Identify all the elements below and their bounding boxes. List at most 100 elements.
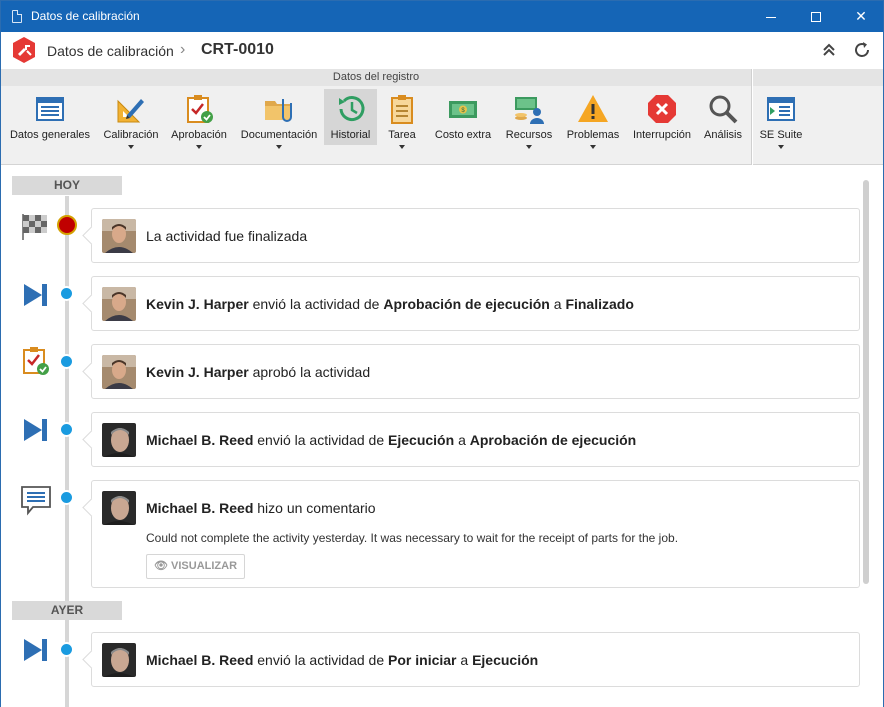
skip-forward-icon — [24, 284, 47, 306]
tool-calibracion[interactable]: Calibración — [99, 89, 163, 149]
timeline-line — [65, 196, 69, 707]
comment-text: Could not complete the activity yesterda… — [146, 531, 679, 545]
ribbon-group-label: Datos del registro — [1, 69, 751, 86]
close-button[interactable]: ✕ — [838, 1, 884, 32]
record-header: Datos de calibración › CRT-0010 — [1, 32, 883, 69]
chevron-down-icon — [778, 145, 784, 149]
event-verb: envió la actividad de — [252, 296, 380, 312]
event-text: Kevin J. Harper aprobó la actividad — [146, 364, 370, 380]
form-icon — [36, 97, 64, 121]
event-verb: envió la actividad de — [257, 432, 385, 448]
chevron-down-icon — [196, 145, 202, 149]
maximize-icon — [811, 12, 821, 23]
event-from-step: Ejecución — [388, 432, 455, 448]
history-clock-icon — [338, 96, 364, 122]
avatar — [102, 219, 136, 253]
timeline-card: Michael B. Reed envió la actividad de Po… — [91, 632, 860, 687]
title-bar: Datos de calibración ✕ — [1, 1, 883, 32]
tool-label: Tarea — [388, 129, 416, 141]
timeline-card: La actividad fue finalizada — [91, 208, 860, 263]
tool-datos-generales[interactable]: Datos generales — [5, 89, 95, 145]
timeline-dot-finished — [57, 215, 77, 235]
avatar — [102, 355, 136, 389]
breadcrumb-root[interactable]: Datos de calibración — [47, 43, 174, 59]
chevron-down-icon — [590, 145, 596, 149]
close-icon: ✕ — [855, 8, 867, 24]
tool-recursos[interactable]: Recursos — [501, 89, 557, 149]
eye-icon: 👁 — [153, 560, 168, 572]
minimize-button[interactable] — [748, 1, 794, 32]
visualize-label: VISUALIZAR — [171, 560, 238, 572]
ribbon-toolbar: Datos del registro Datos generales Calib… — [1, 69, 883, 165]
visualize-button[interactable]: 👁 VISUALIZAR — [146, 554, 245, 579]
refresh-icon[interactable] — [852, 40, 872, 60]
tool-label: SE Suite — [759, 129, 803, 141]
chevron-right-icon: › — [180, 41, 186, 58]
event-verb: aprobó la actividad — [252, 364, 371, 380]
event-user[interactable]: Michael B. Reed — [146, 652, 253, 668]
chevron-down-icon — [526, 145, 532, 149]
event-verb: hizo un comentario — [257, 500, 376, 516]
tool-label: Análisis — [704, 129, 742, 141]
resources-icon — [515, 97, 544, 124]
event-user[interactable]: Kevin J. Harper — [146, 364, 249, 380]
avatar — [102, 491, 136, 525]
clipboard-icon — [391, 95, 413, 124]
chevron-down-icon — [399, 145, 405, 149]
event-to-step: Ejecución — [472, 652, 539, 668]
maximize-button[interactable] — [793, 1, 839, 32]
timeline-card: Michael B. Reed envió la actividad de Ej… — [91, 412, 860, 467]
tool-analisis[interactable]: Análisis — [700, 89, 746, 145]
ruler-pencil-icon — [117, 99, 144, 123]
tool-se-suite[interactable]: SE Suite — [756, 89, 806, 149]
avatar — [102, 287, 136, 321]
tool-label: Historial — [330, 129, 371, 141]
event-from-step: Por iniciar — [388, 652, 457, 668]
event-user[interactable]: Michael B. Reed — [146, 432, 253, 448]
event-to-step: Aprobación de ejecución — [469, 432, 637, 448]
event-connector: a — [458, 432, 466, 448]
tool-tarea[interactable]: Tarea — [381, 89, 423, 149]
timeline-card: Kevin J. Harper aprobó la actividad — [91, 344, 860, 399]
event-text: Kevin J. Harper envió la actividad de Ap… — [146, 296, 634, 312]
window-title: Datos de calibración — [31, 9, 140, 23]
checkered-flag-icon — [22, 214, 47, 240]
timeline-card: Kevin J. Harper envió la actividad de Ap… — [91, 276, 860, 331]
tool-problemas[interactable]: Problemas — [562, 89, 624, 149]
history-timeline: HOY La actividad fue finalizada Kevin J.… — [1, 166, 883, 707]
chevron-down-icon — [128, 145, 134, 149]
avatar — [102, 643, 136, 677]
collapse-up-icon[interactable] — [819, 40, 839, 60]
stop-icon — [648, 95, 676, 123]
timeline-dot — [59, 286, 74, 301]
tool-costo-extra[interactable]: $ Costo extra — [429, 89, 497, 145]
tool-historial[interactable]: Historial — [324, 89, 377, 145]
timeline-card: Michael B. Reed hizo un comentario Could… — [91, 480, 860, 588]
event-text: Michael B. Reed envió la actividad de Po… — [146, 652, 538, 668]
minimize-icon — [766, 16, 776, 18]
tool-aprobacion[interactable]: Aprobación — [167, 89, 231, 149]
timeline-dot — [59, 642, 74, 657]
chevron-down-icon — [276, 145, 282, 149]
ribbon-group-label-suite — [753, 69, 883, 86]
suite-icon — [767, 97, 795, 121]
tool-label: Datos generales — [9, 129, 91, 141]
app-window: Datos de calibración ✕ Datos de calibrac… — [0, 0, 884, 707]
tool-documentacion[interactable]: Documentación — [237, 89, 321, 149]
vertical-scrollbar[interactable] — [863, 180, 869, 584]
tool-label: Calibración — [103, 129, 159, 141]
event-connector: a — [553, 296, 562, 312]
event-user[interactable]: Kevin J. Harper — [146, 296, 249, 312]
timeline-dot — [59, 354, 74, 369]
tool-interrupcion[interactable]: Interrupción — [629, 89, 695, 145]
warning-icon — [578, 95, 608, 122]
day-label-today: HOY — [12, 176, 122, 195]
tool-label: Costo extra — [434, 129, 492, 141]
tool-label: Recursos — [505, 129, 553, 141]
folder-clip-icon — [265, 99, 292, 122]
event-to-step: Finalizado — [565, 296, 634, 312]
record-id: CRT-0010 — [201, 41, 274, 58]
event-text: La actividad fue finalizada — [146, 228, 308, 244]
avatar — [102, 423, 136, 457]
event-user[interactable]: Michael B. Reed — [146, 500, 253, 516]
